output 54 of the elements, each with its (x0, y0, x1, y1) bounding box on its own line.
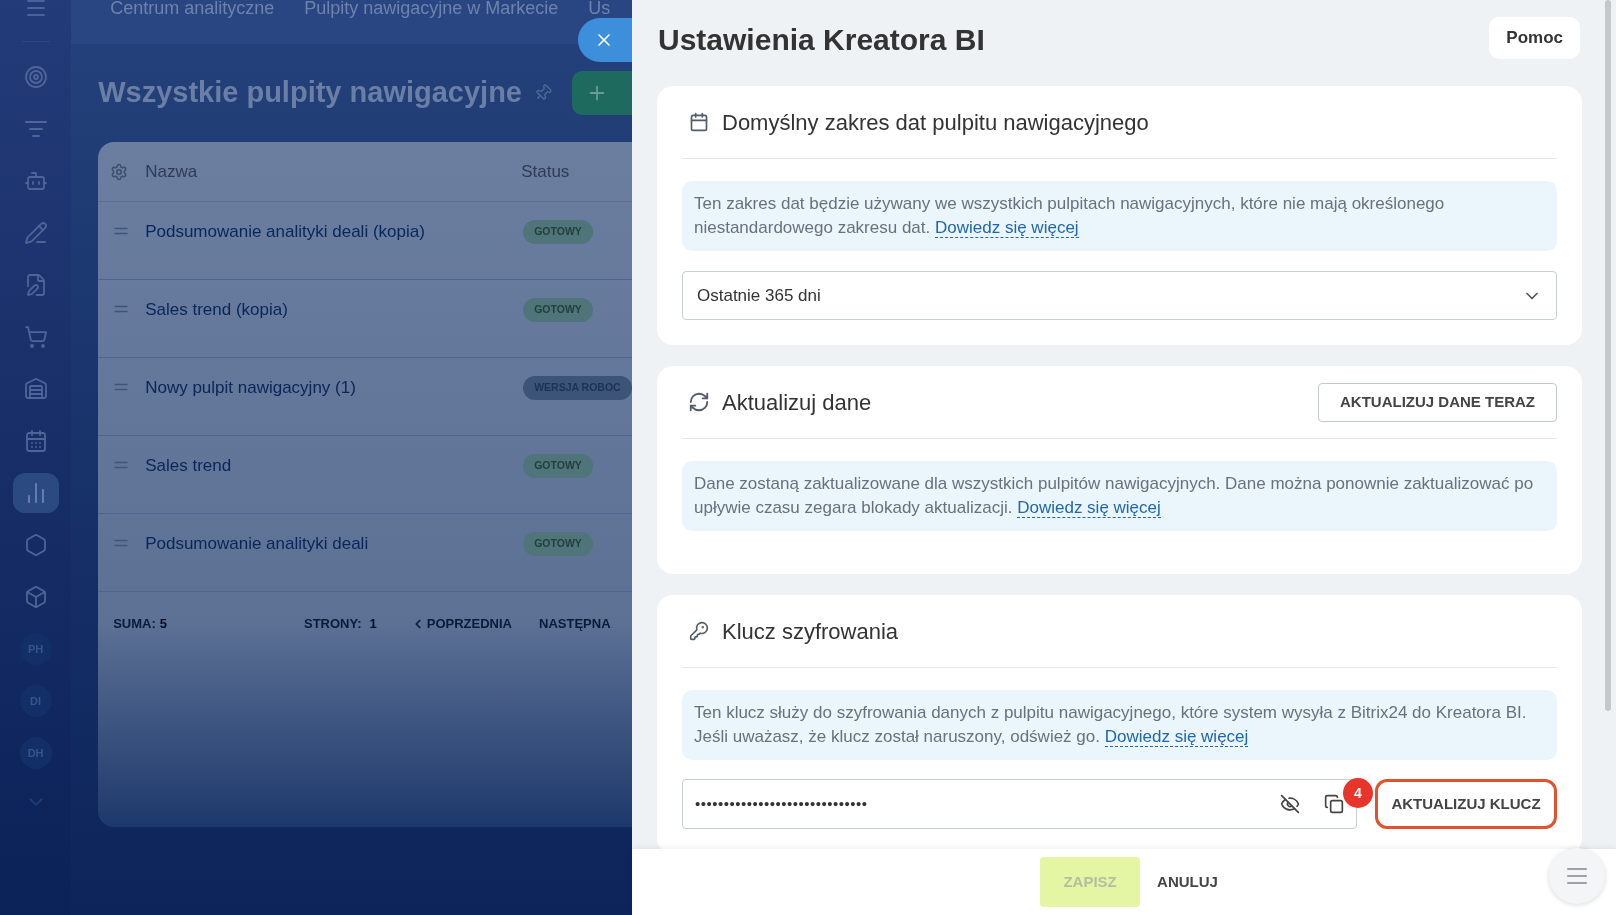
panel-title: Ustawienia Kreatora BI (658, 21, 986, 58)
calendar-icon (23, 429, 48, 453)
settings-icon[interactable] (110, 162, 129, 181)
status-badge: GOTOWY (523, 454, 593, 478)
copy-icon[interactable] (1324, 794, 1344, 814)
cancel-button[interactable]: ANULUJ (1157, 870, 1218, 894)
hexagon-icon (23, 533, 48, 557)
section-title: Klucz szyfrowania (722, 617, 899, 646)
hide-icon[interactable] (1280, 794, 1300, 814)
previous-link[interactable]: POPRZEDNIA (426, 614, 512, 634)
dashboard-link[interactable]: Podsumowanie analityki deali (kopia) (145, 220, 431, 243)
top-tab[interactable]: Us (588, 0, 611, 17)
step-badge: 4 (1343, 778, 1373, 808)
pages-count: 1 (369, 615, 377, 634)
dashboard-link[interactable]: Sales trend (kopia) (145, 298, 431, 321)
top-tab[interactable]: Centrum analityczne (110, 0, 275, 17)
column-header: Status (521, 160, 570, 183)
total-label: SUMA: (113, 615, 156, 634)
pages-label: STRONY: (304, 615, 362, 634)
learn-more-link[interactable]: Dowiedz się więcej (1017, 498, 1161, 518)
section-title: Aktualizuj dane (722, 388, 872, 417)
pencil-icon (23, 221, 48, 245)
robot-icon (23, 169, 48, 193)
learn-more-link[interactable]: Dowiedz się więcej (935, 218, 1079, 238)
column-header: Nazwa (145, 160, 199, 183)
cart-icon (23, 325, 48, 349)
refresh-now-button[interactable]: AKTUALIZUJ DANE TERAZ (1318, 382, 1557, 422)
info-text: Ten klucz służy do szyfrowania danych z pulpitu nawigacyjnego, które system wysyła z Bitrix24 do Kreatora BI. Jeśli uważasz, że klucz został naruszony, odśwież go. Dowiedz się więcej (694, 702, 1528, 749)
dashboard-link[interactable]: Sales trend (145, 454, 431, 477)
scrollbar[interactable] (1605, 0, 1611, 711)
section-title: Domyślny zakres dat pulpitu nawigacyjnego (722, 108, 1149, 137)
refresh-key-button[interactable]: AKTUALIZUJ KLUCZ (1375, 779, 1557, 829)
status-badge: GOTOWY (523, 298, 593, 322)
box-icon (23, 585, 48, 609)
calendar-icon (689, 112, 709, 132)
page-title: Wszystkie pulpity nawigacyjne (98, 75, 522, 111)
top-tab[interactable]: Pulpity nawigacyjne w Markecie (304, 0, 559, 17)
learn-more-link[interactable]: Dowiedz się więcej (1104, 727, 1249, 747)
dashboard-link[interactable]: Nowy pulpit nawigacyjny (1) (145, 376, 431, 399)
info-text: Ten zakres dat będzie używany we wszystkich pulpitach nawigacyjnych, które nie mają określonego niestandardowego zakresu dat. Dowiedz się więcej (694, 193, 1446, 240)
status-badge: GOTOWY (523, 220, 593, 244)
status-badge: GOTOWY (523, 532, 593, 556)
add-button[interactable] (572, 71, 632, 115)
info-text: Dane zostaną zaktualizowane dla wszystkich pulpitów nawigacyjnych. Dane można ponownie zaktualizować po upływie czasu zegara blokady aktualizacji. Dowiedz się więcej (694, 473, 1535, 520)
key-icon (689, 621, 709, 641)
sidebar-item[interactable] (12, 473, 59, 513)
target-icon (23, 65, 48, 89)
date-range-select[interactable]: Ostatnie 365 dni (682, 271, 1557, 320)
refresh-icon (688, 391, 710, 413)
total-count: 5 (159, 615, 167, 634)
help-button[interactable]: Pomoc (1489, 17, 1580, 59)
next-link[interactable]: NASTĘPNA (539, 614, 611, 634)
dashboard-link[interactable]: Podsumowanie analityki deali (145, 532, 431, 555)
warehouse-icon (23, 377, 48, 401)
